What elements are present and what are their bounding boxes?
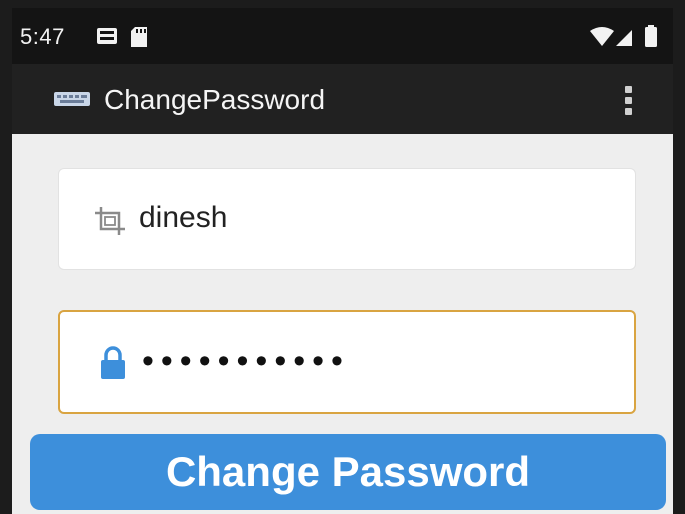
device-bezel-right bbox=[673, 0, 685, 514]
username-field[interactable]: dinesh bbox=[58, 168, 636, 270]
signal-icon bbox=[615, 29, 633, 52]
device-bezel-top bbox=[0, 0, 685, 8]
notification-icon bbox=[96, 26, 118, 51]
more-vert-icon[interactable] bbox=[610, 78, 646, 122]
password-field[interactable]: ••••••••••• bbox=[58, 310, 636, 414]
change-password-button[interactable]: Change Password bbox=[30, 434, 666, 510]
device-frame: 5:47 ChangePassword dinesh ••••••••••• C… bbox=[0, 0, 685, 514]
battery-icon bbox=[645, 25, 657, 52]
status-time: 5:47 bbox=[20, 24, 65, 49]
sd-card-icon bbox=[130, 26, 148, 53]
lock-icon bbox=[100, 346, 126, 380]
phone-screen: 5:47 ChangePassword dinesh ••••••••••• C… bbox=[12, 8, 673, 514]
keyboard-icon bbox=[54, 92, 90, 106]
status-bar: 5:47 bbox=[12, 8, 673, 64]
wifi-icon bbox=[590, 27, 614, 52]
username-value: dinesh bbox=[139, 201, 228, 234]
app-title: ChangePassword bbox=[104, 84, 326, 115]
app-bar: ChangePassword bbox=[12, 64, 673, 134]
device-bezel-left bbox=[0, 0, 12, 514]
password-value: ••••••••••• bbox=[142, 342, 350, 380]
crop-icon bbox=[93, 205, 127, 237]
